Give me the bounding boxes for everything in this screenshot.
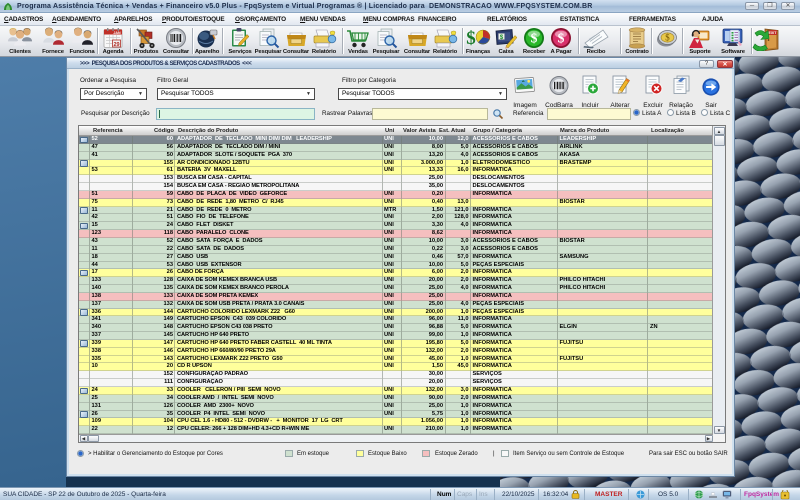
svg-text:29: 29 [113, 42, 119, 48]
svg-text:$: $ [665, 33, 670, 43]
svg-text:JAN: JAN [113, 31, 121, 35]
svg-text:$: $ [531, 31, 538, 46]
svg-text:$: $ [558, 31, 565, 46]
svg-text:$: $ [466, 28, 476, 49]
svg-text:EXIT: EXIT [769, 31, 778, 35]
